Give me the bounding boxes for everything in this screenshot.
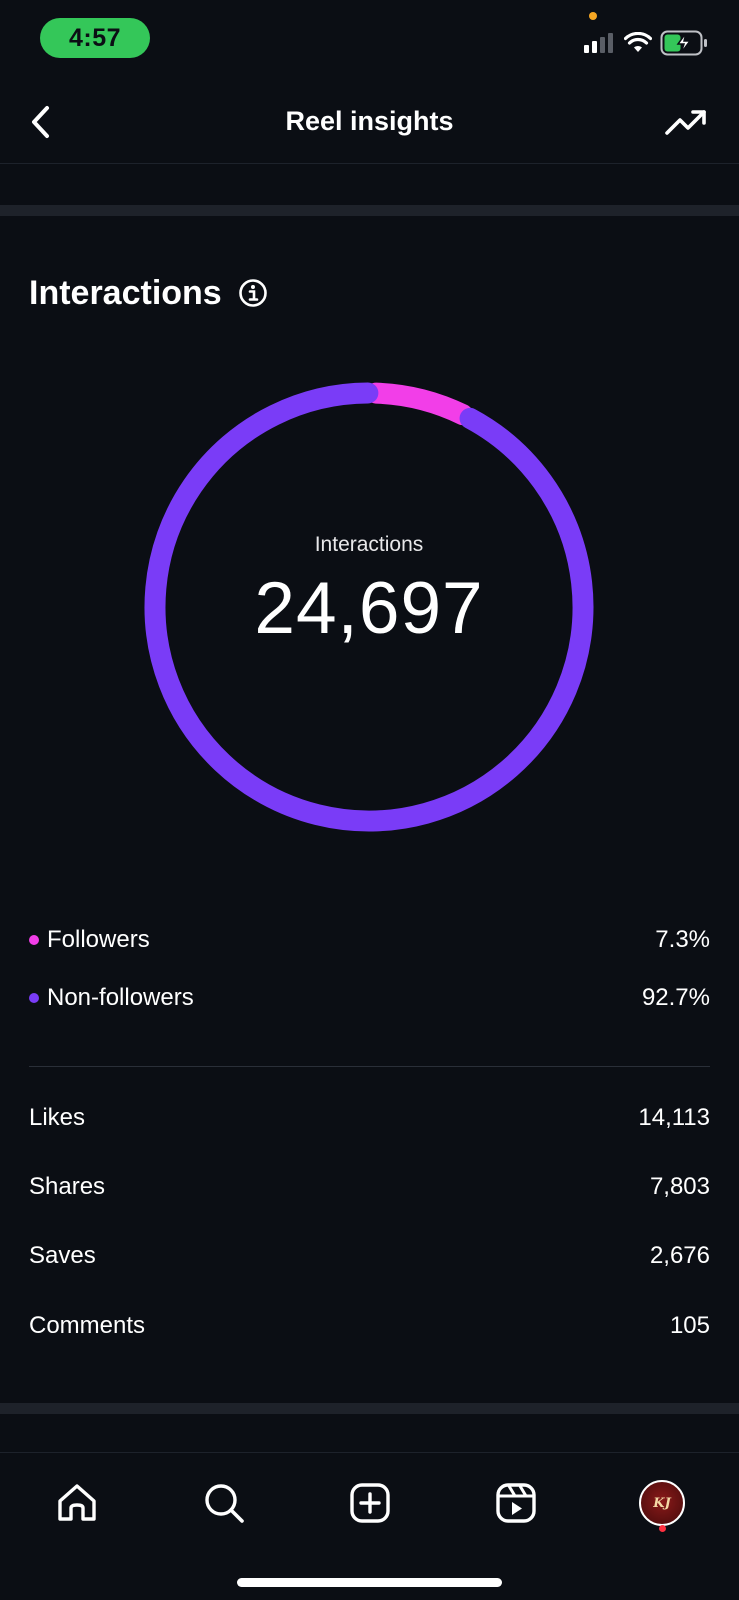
section-title: Interactions xyxy=(29,273,222,312)
app-header: Reel insights xyxy=(0,78,739,164)
search-icon xyxy=(205,1484,244,1523)
page-title: Reel insights xyxy=(285,106,454,136)
nav-create[interactable] xyxy=(342,1475,398,1531)
metric-value: 7,803 xyxy=(649,1173,710,1200)
wifi-icon xyxy=(624,32,652,52)
legend-label: Non-followers xyxy=(47,984,194,1011)
notification-dot xyxy=(659,1525,666,1532)
non-followers-legend-dot xyxy=(29,993,39,1003)
metric-row-shares: Shares 7,803 xyxy=(29,1167,710,1207)
followers-legend-dot xyxy=(29,935,39,945)
cellular-signal-icon xyxy=(584,33,613,53)
status-bar: 4:57 xyxy=(0,0,739,78)
status-time[interactable]: 4:57 xyxy=(40,18,150,58)
nav-search[interactable] xyxy=(196,1475,252,1531)
donut-center-value: 24,697 xyxy=(254,568,484,649)
metric-row-likes: Likes 14,113 xyxy=(29,1098,710,1138)
metric-value: 14,113 xyxy=(638,1104,710,1131)
legend-row-followers: Followers 7.3% xyxy=(29,920,710,960)
profile-avatar: KJ xyxy=(639,1480,685,1526)
metric-label: Saves xyxy=(29,1242,96,1269)
home-indicator[interactable] xyxy=(237,1578,502,1587)
interactions-donut-chart: Interactions 24,697 xyxy=(144,382,594,832)
donut-center-label: Interactions xyxy=(314,533,424,556)
battery-charging-icon xyxy=(660,30,707,56)
metric-label: Likes xyxy=(29,1104,86,1131)
privacy-indicator-dot xyxy=(589,12,597,20)
metric-row-comments: Comments 105 xyxy=(29,1306,710,1346)
metric-value: 105 xyxy=(669,1312,710,1339)
trend-button[interactable] xyxy=(661,100,711,144)
create-icon xyxy=(350,1483,390,1523)
divider xyxy=(29,1066,710,1067)
metric-value: 2,676 xyxy=(649,1242,710,1269)
metric-row-saves: Saves 2,676 xyxy=(29,1236,710,1276)
legend-label: Followers xyxy=(47,926,150,953)
legend-row-non-followers: Non-followers 92.7% xyxy=(29,978,710,1018)
metric-label: Comments xyxy=(29,1312,146,1339)
reels-icon xyxy=(496,1483,536,1523)
donut-slice-followers xyxy=(365,382,474,426)
nav-home[interactable] xyxy=(49,1475,105,1531)
metric-label: Shares xyxy=(29,1173,106,1200)
home-icon xyxy=(58,1484,96,1521)
legend-value: 92.7% xyxy=(641,984,710,1011)
nav-reels[interactable] xyxy=(488,1475,544,1531)
nav-profile[interactable]: KJ xyxy=(634,1475,690,1531)
legend-value: 7.3% xyxy=(655,926,710,953)
interactions-header: Interactions xyxy=(29,268,268,318)
trending-up-icon xyxy=(665,110,706,135)
info-icon[interactable] xyxy=(238,278,268,308)
section-separator-bottom xyxy=(0,1403,739,1414)
section-separator-top xyxy=(0,205,739,216)
